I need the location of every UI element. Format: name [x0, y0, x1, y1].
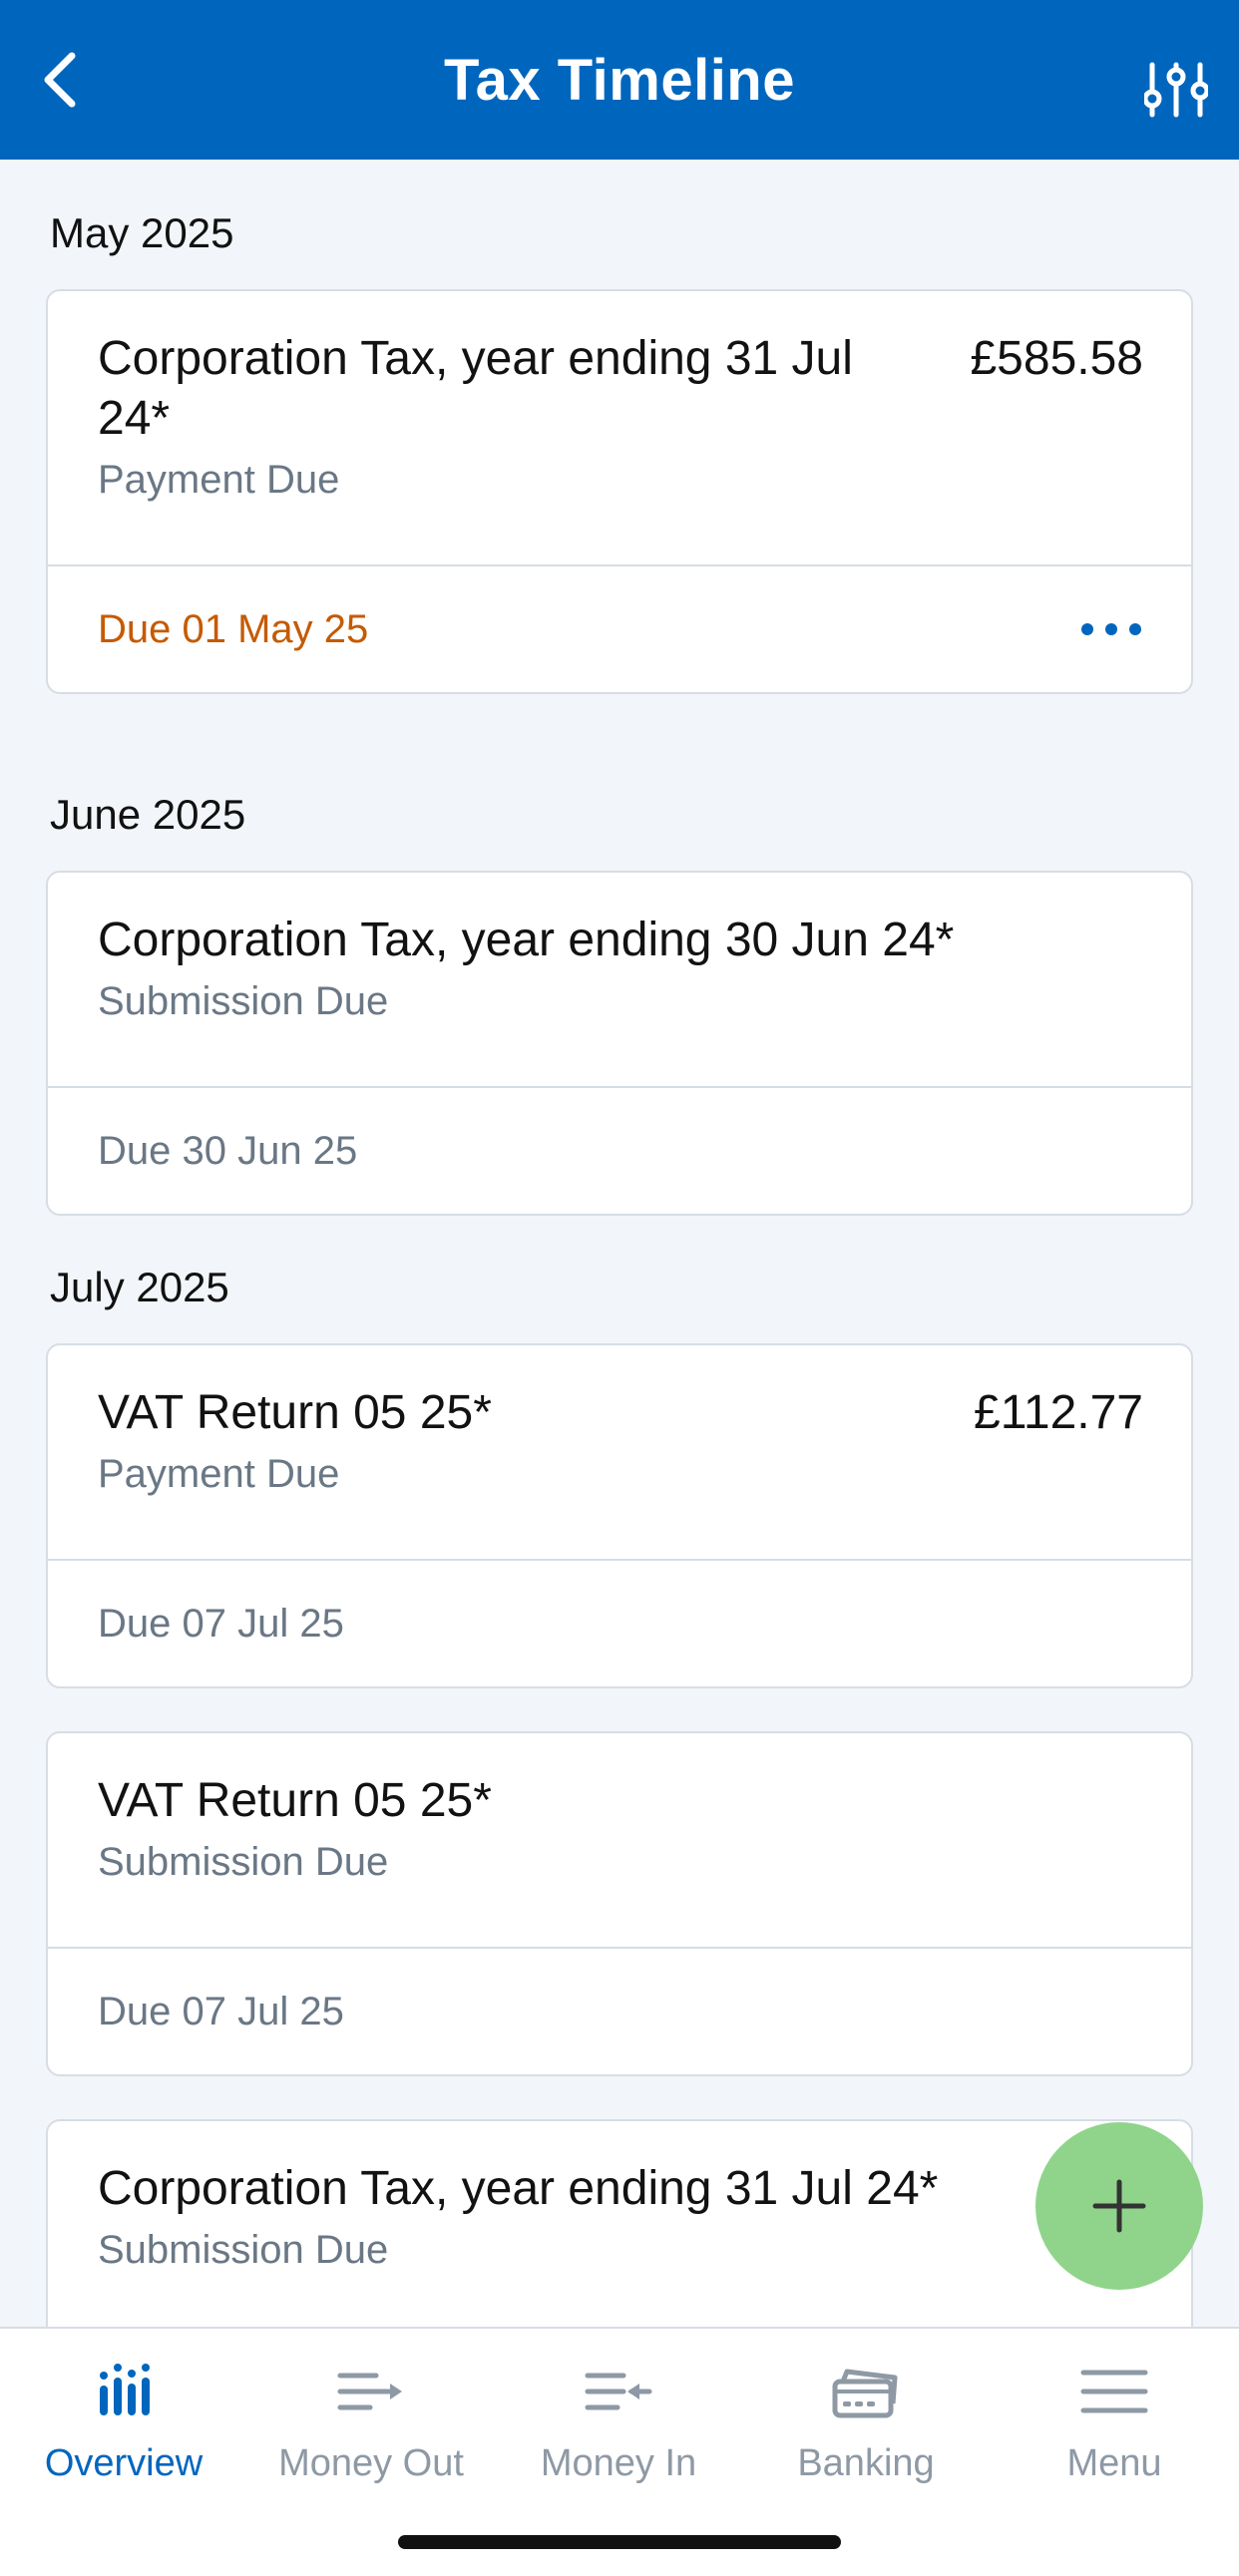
back-button[interactable]: [30, 50, 90, 110]
tab-menu[interactable]: Menu: [990, 2329, 1239, 2498]
tax-item-due-date: Due 01 May 25: [98, 606, 369, 651]
tax-item-name: Corporation Tax, year ending 30 Jun 24*: [98, 914, 955, 966]
tab-label: Money In: [540, 2442, 697, 2484]
tax-item-name: VAT Return 05 25*: [98, 1774, 492, 1827]
tax-item-card[interactable]: VAT Return 05 25* Submission Due Due 07 …: [46, 1731, 1193, 2076]
more-dots-icon: [1081, 623, 1093, 635]
tax-item-type: Payment Due: [98, 1452, 340, 1496]
tax-item-card[interactable]: Corporation Tax, year ending 31 Jul 24* …: [46, 289, 1193, 694]
bar-chart-icon: [100, 2364, 150, 2415]
app-header: Tax Timeline: [0, 0, 1239, 160]
filter-button[interactable]: [1141, 55, 1211, 125]
tab-label: Menu: [1066, 2442, 1162, 2484]
tax-item-type: Submission Due: [98, 1840, 389, 1884]
tax-item-due-date: Due 30 Jun 25: [98, 1128, 358, 1173]
tab-banking[interactable]: Banking: [742, 2329, 990, 2498]
page-title: Tax Timeline: [444, 47, 795, 113]
tax-item-type: Submission Due: [98, 2228, 389, 2272]
home-indicator: [398, 2535, 841, 2549]
tab-label: Banking: [797, 2442, 935, 2484]
tax-item-card[interactable]: VAT Return 05 25* £112.77 Payment Due Du…: [46, 1343, 1193, 1688]
plus-icon: [1092, 2179, 1146, 2233]
sliders-icon: [1144, 62, 1208, 118]
tax-item-amount: £585.58: [970, 332, 1143, 385]
money-in-icon: [585, 2373, 652, 2410]
tab-money-out[interactable]: Money Out: [247, 2329, 495, 2498]
tab-money-in[interactable]: Money In: [495, 2329, 742, 2498]
timeline-list: May 2025 Corporation Tax, year ending 31…: [0, 160, 1239, 2327]
banking-cards-icon: [832, 2369, 898, 2418]
tax-item-card[interactable]: Corporation Tax, year ending 30 Jun 24* …: [46, 871, 1193, 1216]
hamburger-menu-icon: [1080, 2370, 1148, 2413]
add-button[interactable]: [1035, 2122, 1203, 2290]
month-heading: July 2025: [50, 1264, 229, 1310]
tax-timeline-screen: Tax Timeline May 2025 Corporation Tax, y…: [0, 0, 1239, 2576]
tax-item-amount: £112.77: [974, 1386, 1143, 1439]
money-out-icon: [337, 2373, 402, 2410]
month-heading: May 2025: [50, 209, 234, 256]
tax-item-due-date: Due 07 Jul 25: [98, 1601, 344, 1646]
tab-overview[interactable]: Overview: [0, 2329, 247, 2498]
more-options-button[interactable]: [1071, 606, 1151, 652]
tax-item-name: Corporation Tax, year ending 31 Jul 24*: [98, 332, 853, 445]
tax-item-type: Payment Due: [98, 458, 340, 502]
tax-item-name: Corporation Tax, year ending 31 Jul 24*: [98, 2162, 939, 2215]
tab-label: Money Out: [278, 2442, 464, 2484]
tax-item-card[interactable]: Corporation Tax, year ending 31 Jul 24* …: [46, 2119, 1193, 2327]
tax-item-type: Submission Due: [98, 979, 389, 1023]
tax-item-due-date: Due 07 Jul 25: [98, 1989, 344, 2033]
month-heading: June 2025: [50, 791, 246, 838]
chevron-left-icon: [44, 52, 76, 108]
tab-label: Overview: [44, 2442, 204, 2484]
